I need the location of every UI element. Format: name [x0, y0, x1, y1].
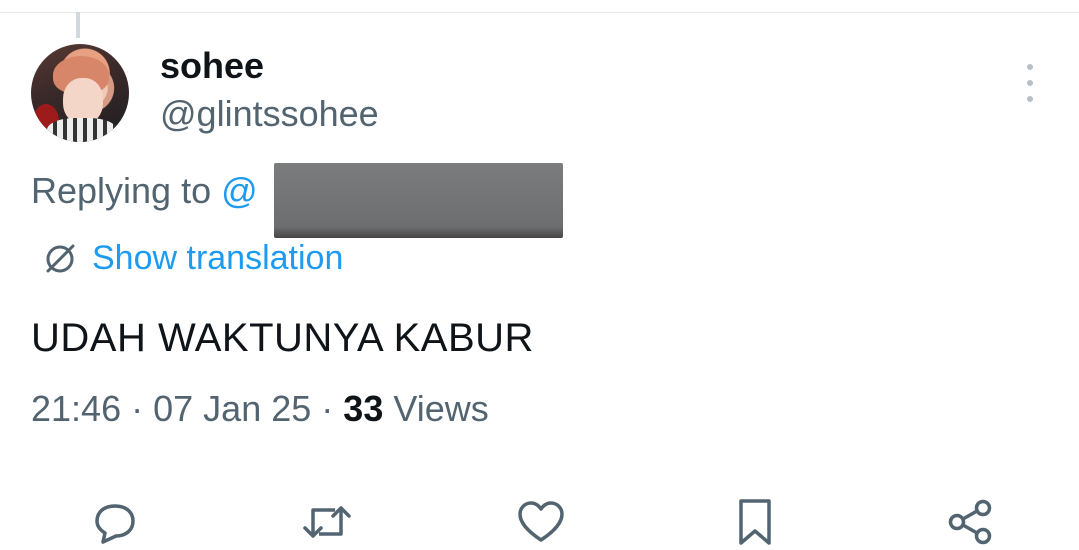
- meta-separator: ·: [321, 388, 334, 429]
- like-button[interactable]: [515, 496, 567, 548]
- author-display-name[interactable]: sohee: [160, 44, 264, 88]
- views-label: Views: [393, 388, 489, 429]
- thread-connector-line: [76, 12, 80, 38]
- author-handle[interactable]: @glintssohee: [160, 92, 379, 136]
- share-button[interactable]: [944, 496, 996, 548]
- redacted-mention: [274, 163, 563, 238]
- tweet-meta: 21:46 · 07 Jan 25 · 33 Views: [31, 386, 489, 432]
- views-count: 33: [343, 388, 384, 429]
- more-vertical-icon[interactable]: [1016, 64, 1044, 102]
- tweet-text: UDAH WAKTUNYA KABUR: [31, 316, 534, 360]
- bookmark-button[interactable]: [729, 496, 781, 548]
- meta-separator: ·: [131, 388, 144, 429]
- replying-to: Replying to @: [31, 168, 258, 214]
- show-translation-button[interactable]: Show translation: [42, 236, 343, 280]
- globe-slash-icon: [46, 244, 75, 273]
- share-icon: [948, 499, 992, 545]
- retweet-button[interactable]: [301, 496, 353, 548]
- replying-prefix: Replying to: [31, 170, 212, 211]
- heart-icon: [518, 501, 564, 542]
- reply-button[interactable]: [89, 496, 141, 548]
- tweet-time[interactable]: 21:46: [31, 388, 121, 429]
- reply-bubble-icon: [95, 504, 135, 544]
- tweet-date[interactable]: 07 Jan 25: [153, 388, 311, 429]
- retweet-icon: [303, 506, 351, 538]
- bookmark-icon: [739, 499, 771, 545]
- divider: [0, 12, 1079, 13]
- show-translation-label: Show translation: [92, 239, 344, 277]
- avatar[interactable]: [31, 44, 129, 142]
- avatar-shirt: [47, 118, 117, 142]
- replying-mention-link[interactable]: @: [221, 170, 258, 211]
